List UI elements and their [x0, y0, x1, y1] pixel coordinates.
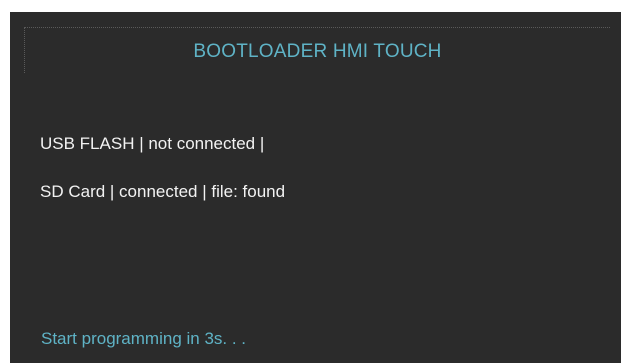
sd-card-status: SD Card | connected | file: found [40, 182, 286, 201]
page-title: BOOTLOADER HMI TOUCH [193, 41, 442, 62]
bootloader-screen: BOOTLOADER HMI TOUCH USB FLASH | not con… [10, 12, 621, 363]
usb-flash-status: USB FLASH | not connected | [40, 134, 265, 153]
title-bar: BOOTLOADER HMI TOUCH [24, 27, 610, 73]
programming-countdown: Start programming in 3s. . . [41, 329, 247, 348]
